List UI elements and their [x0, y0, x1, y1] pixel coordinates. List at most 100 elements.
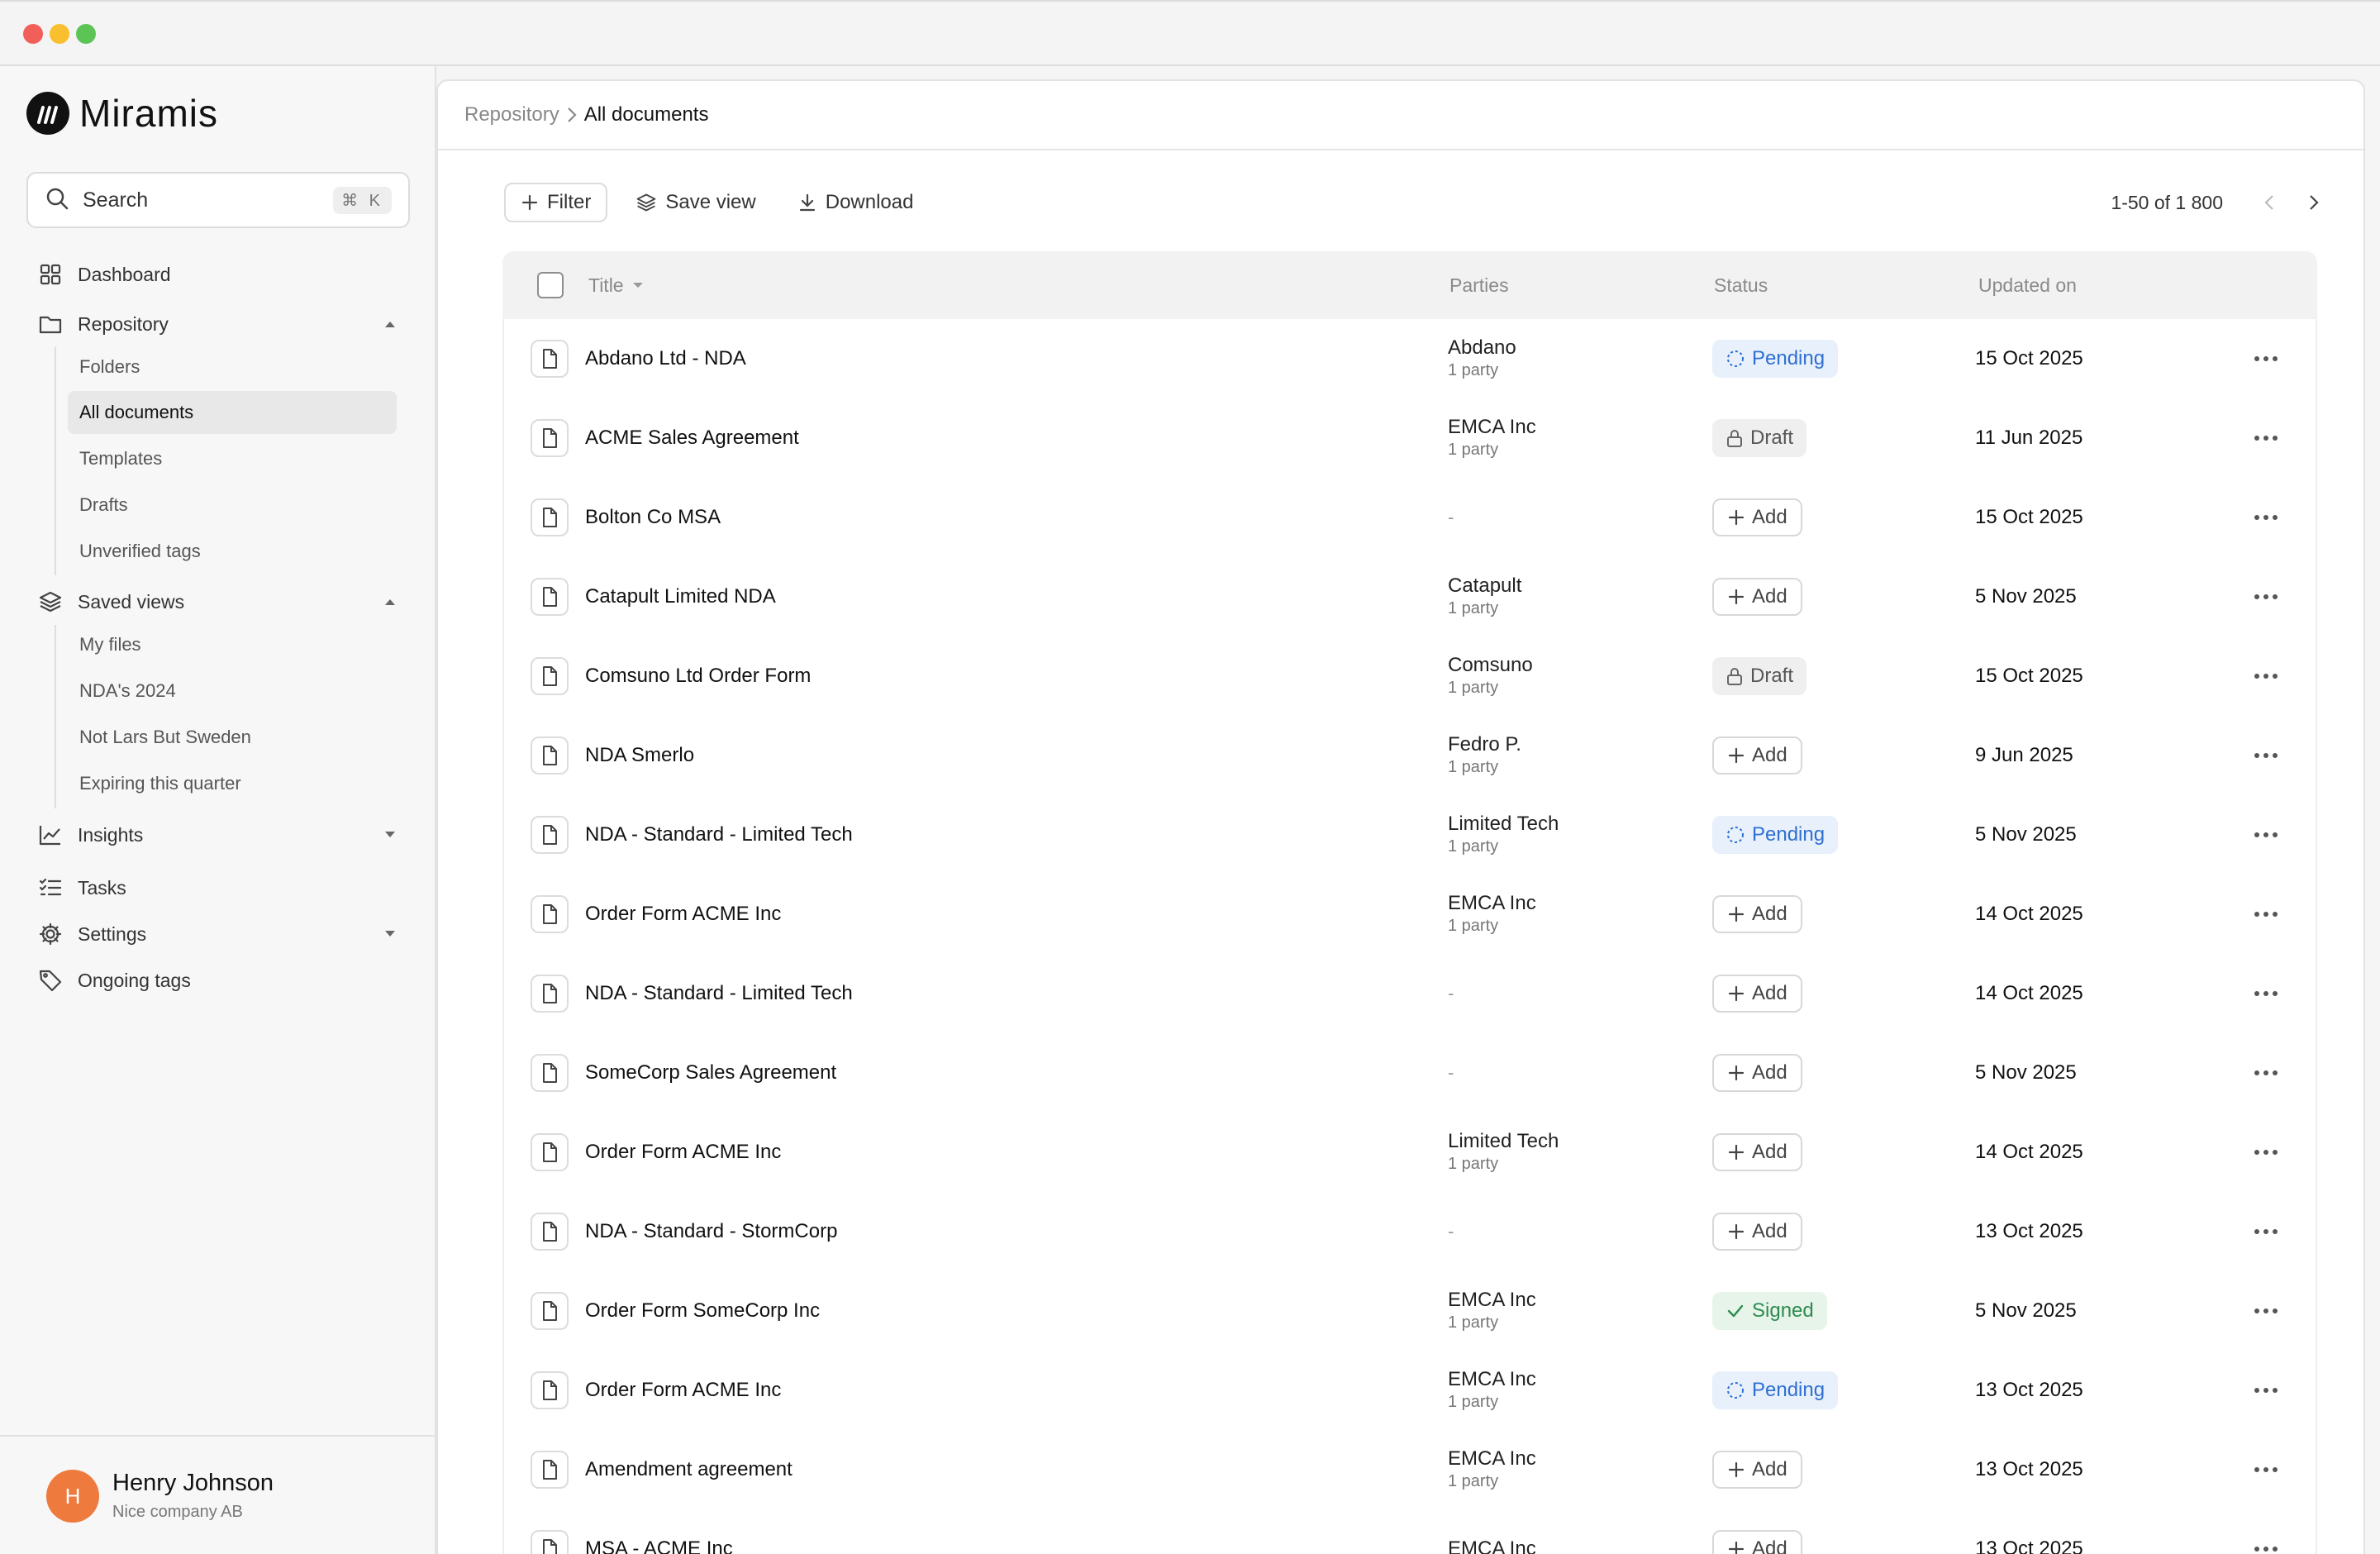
document-title-link[interactable]: NDA - Standard - StormCorp: [585, 1192, 837, 1271]
download-button[interactable]: Download: [784, 183, 927, 222]
table-row[interactable]: Amendment agreement EMCA Inc 1 party Add …: [504, 1430, 2316, 1509]
row-actions-button[interactable]: [2248, 319, 2284, 398]
document-title-link[interactable]: Order Form ACME Inc: [585, 1351, 781, 1430]
column-header-updated[interactable]: Updated on: [1978, 251, 2077, 319]
filter-button[interactable]: Filter: [504, 183, 608, 222]
row-actions-button[interactable]: [2248, 1192, 2284, 1271]
document-title-link[interactable]: Order Form ACME Inc: [585, 1113, 781, 1192]
app-logo[interactable]: Miramis: [26, 91, 218, 136]
table-row[interactable]: Comsuno Ltd Order Form Comsuno 1 party Dr…: [504, 636, 2316, 716]
table-row[interactable]: ACME Sales Agreement EMCA Inc 1 party Dra…: [504, 398, 2316, 478]
next-page-button[interactable]: [2297, 186, 2330, 219]
sidebar-item-templates[interactable]: Templates: [68, 437, 397, 480]
document-title-link[interactable]: ACME Sales Agreement: [585, 398, 799, 478]
sidebar-item-drafts[interactable]: Drafts: [68, 484, 397, 527]
row-actions-button[interactable]: [2248, 557, 2284, 636]
row-actions-button[interactable]: [2248, 1509, 2284, 1554]
document-title-link[interactable]: NDA - Standard - Limited Tech: [585, 795, 853, 875]
row-actions-button[interactable]: [2248, 954, 2284, 1033]
row-actions-button[interactable]: [2248, 398, 2284, 478]
row-actions-button[interactable]: [2248, 716, 2284, 795]
document-title-link[interactable]: Order Form ACME Inc: [585, 875, 781, 954]
status-badge: Pending: [1712, 1371, 1839, 1409]
status-badge[interactable]: Add: [1712, 1213, 1802, 1251]
chevron-down-icon[interactable]: [380, 825, 400, 845]
status-badge[interactable]: Add: [1712, 498, 1802, 536]
maximize-window-button[interactable]: [76, 24, 96, 44]
table-row[interactable]: Order Form ACME Inc EMCA Inc 1 party Add …: [504, 875, 2316, 954]
document-title-link[interactable]: Comsuno Ltd Order Form: [585, 636, 811, 716]
status-badge[interactable]: Add: [1712, 1133, 1802, 1171]
document-title-link[interactable]: NDA Smerlo: [585, 716, 694, 795]
table-row[interactable]: Bolton Co MSA - Add 15 Oct 2025: [504, 478, 2316, 557]
sidebar-item-dashboard[interactable]: Dashboard: [36, 255, 400, 294]
table-row[interactable]: NDA Smerlo Fedro P. 1 party Add 9 Jun 202…: [504, 716, 2316, 795]
updated-date: 13 Oct 2025: [1975, 1458, 2083, 1480]
row-actions-button[interactable]: [2248, 1430, 2284, 1509]
row-actions-button[interactable]: [2248, 795, 2284, 875]
sidebar-item-unverified-tags[interactable]: Unverified tags: [68, 530, 397, 573]
status-badge[interactable]: Add: [1712, 975, 1802, 1013]
column-header-parties[interactable]: Parties: [1449, 251, 1509, 319]
row-actions-button[interactable]: [2248, 1113, 2284, 1192]
document-title-link[interactable]: SomeCorp Sales Agreement: [585, 1033, 836, 1113]
row-actions-button[interactable]: [2248, 1351, 2284, 1430]
sidebar-item-not-lars-but-sweden[interactable]: Not Lars But Sweden: [68, 716, 397, 759]
table-row[interactable]: SomeCorp Sales Agreement - Add 5 Nov 202…: [504, 1033, 2316, 1113]
table-row[interactable]: NDA - Standard - Limited Tech - Add 14 O…: [504, 954, 2316, 1033]
document-title-link[interactable]: Order Form SomeCorp Inc: [585, 1271, 820, 1351]
select-all-checkbox[interactable]: [537, 251, 564, 319]
status-badge[interactable]: Add: [1712, 736, 1802, 775]
table-row[interactable]: NDA - Standard - StormCorp - Add 13 Oct …: [504, 1192, 2316, 1271]
table-row[interactable]: MSA - ACME Inc EMCA Inc Add 13 Oct 2025: [504, 1509, 2316, 1554]
table-row[interactable]: Catapult Limited NDA Catapult 1 party Add…: [504, 557, 2316, 636]
table-row[interactable]: Order Form ACME Inc Limited Tech 1 party …: [504, 1113, 2316, 1192]
sidebar-item-settings[interactable]: Settings: [36, 914, 400, 954]
download-icon: [797, 193, 817, 212]
status-badge[interactable]: Add: [1712, 895, 1802, 933]
sidebar-item-ongoing-tags[interactable]: Ongoing tags: [36, 961, 400, 1000]
column-header-status[interactable]: Status: [1714, 251, 1768, 319]
document-title-link[interactable]: Abdano Ltd - NDA: [585, 319, 746, 398]
sidebar-item-tasks[interactable]: Tasks: [36, 868, 400, 908]
sidebar-item-expiring-this-quarter[interactable]: Expiring this quarter: [68, 762, 397, 805]
status-badge[interactable]: Add: [1712, 1451, 1802, 1489]
row-actions-button[interactable]: [2248, 875, 2284, 954]
user-profile[interactable]: H Henry Johnson Nice company AB: [0, 1435, 436, 1554]
document-title-link[interactable]: NDA - Standard - Limited Tech: [585, 954, 853, 1033]
column-header-title[interactable]: Title: [588, 251, 645, 319]
document-title-link[interactable]: Catapult Limited NDA: [585, 557, 776, 636]
sidebar-item-repository[interactable]: Repository: [36, 304, 400, 344]
status-badge[interactable]: Add: [1712, 1530, 1802, 1554]
minimize-window-button[interactable]: [50, 24, 69, 44]
sidebar-item-my-files[interactable]: My files: [68, 623, 397, 666]
document-title-link[interactable]: MSA - ACME Inc: [585, 1509, 733, 1554]
party-count: 1 party: [1448, 599, 1499, 617]
status-badge[interactable]: Add: [1712, 578, 1802, 616]
previous-page-button[interactable]: [2253, 186, 2286, 219]
search-input[interactable]: Search ⌘ K: [26, 172, 410, 228]
document-title-link[interactable]: Amendment agreement: [585, 1430, 793, 1509]
table-row[interactable]: Order Form ACME Inc EMCA Inc 1 party Pend…: [504, 1351, 2316, 1430]
sidebar-item-ndas-2024[interactable]: NDA's 2024: [68, 670, 397, 713]
chevron-up-icon[interactable]: [380, 592, 400, 612]
sidebar-item-all-documents[interactable]: All documents: [68, 391, 397, 434]
document-title-link[interactable]: Bolton Co MSA: [585, 478, 721, 557]
sidebar-item-insights[interactable]: Insights: [36, 815, 400, 855]
chevron-up-icon[interactable]: [380, 314, 400, 334]
row-actions-button[interactable]: [2248, 636, 2284, 716]
breadcrumb-parent-link[interactable]: Repository: [464, 103, 559, 126]
row-actions-button[interactable]: [2248, 1033, 2284, 1113]
row-actions-button[interactable]: [2248, 1271, 2284, 1351]
close-window-button[interactable]: [23, 24, 43, 44]
folder-icon: [36, 310, 64, 338]
sidebar-item-folders[interactable]: Folders: [68, 346, 397, 388]
chevron-down-icon[interactable]: [380, 924, 400, 944]
table-row[interactable]: Abdano Ltd - NDA Abdano 1 party Pending 1…: [504, 319, 2316, 398]
save-view-button[interactable]: Save view: [622, 183, 769, 222]
table-row[interactable]: Order Form SomeCorp Inc EMCA Inc 1 party …: [504, 1271, 2316, 1351]
sidebar-item-saved-views[interactable]: Saved views: [36, 582, 400, 622]
status-badge[interactable]: Add: [1712, 1054, 1802, 1092]
row-actions-button[interactable]: [2248, 478, 2284, 557]
table-row[interactable]: NDA - Standard - Limited Tech Limited Te…: [504, 795, 2316, 875]
